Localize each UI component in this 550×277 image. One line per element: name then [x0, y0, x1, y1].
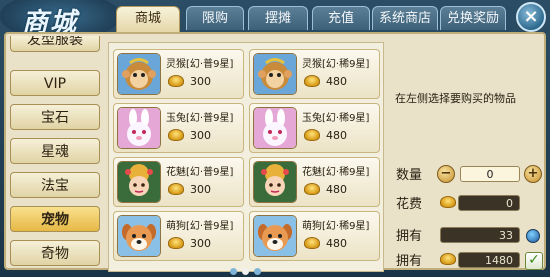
item-name: 玉兔[幻·普9星]	[166, 113, 234, 124]
monkey-pet-icon	[253, 53, 297, 95]
dog-pet-icon	[117, 215, 161, 257]
shop-window: 商城 商城 限购 摆摊 充值 系统商店 兑换奖励 × 发型服装 VIP 宝石 星…	[0, 0, 550, 277]
item-name: 萌狗[幻·普9星]	[166, 221, 234, 232]
gold-ingot-icon	[304, 75, 320, 87]
close-button[interactable]: ×	[516, 2, 546, 32]
gold-ingot-icon	[304, 183, 320, 195]
fairy-pet-icon	[253, 161, 297, 203]
item-grid: 灵猴[幻·普9星] 300 灵猴[幻·稀9星] 480 玉兔[幻·普9星] 30…	[108, 42, 384, 272]
owned-label: 拥有	[396, 229, 423, 244]
item-card[interactable]: 灵猴[幻·普9星] 300	[113, 49, 244, 99]
rabbit-pet-icon	[117, 107, 161, 149]
gold-ingot-icon	[304, 129, 320, 141]
item-name: 灵猴[幻·稀9星]	[302, 59, 370, 70]
gold-ingot-icon	[168, 237, 184, 249]
gold-ingot-icon	[440, 196, 456, 208]
owned-gold-value: 1480	[458, 252, 520, 268]
item-name: 玉兔[幻·稀9星]	[302, 113, 370, 124]
gold-ingot-icon	[304, 237, 320, 249]
item-card[interactable]: 花魅[幻·稀9星] 480	[249, 157, 380, 207]
rabbit-pet-icon	[253, 107, 297, 149]
category-gem[interactable]: 宝石	[10, 104, 100, 130]
page-dot[interactable]	[254, 268, 261, 275]
confirm-purchase-button[interactable]: ✓	[525, 252, 543, 270]
item-card[interactable]: 萌狗[幻·稀9星] 480	[249, 211, 380, 261]
page-dot-active[interactable]	[242, 268, 249, 275]
category-vip[interactable]: VIP	[10, 70, 100, 96]
gem-currency-icon	[526, 229, 540, 243]
quantity-increase-button[interactable]: +	[524, 165, 542, 183]
item-card[interactable]: 萌狗[幻·普9星] 300	[113, 211, 244, 261]
item-price: 300	[190, 237, 211, 250]
owned-gold-label: 拥有	[396, 254, 423, 269]
owned-currency-value: 33	[440, 227, 520, 243]
item-price: 480	[326, 237, 347, 250]
item-price: 480	[326, 129, 347, 142]
category-curio[interactable]: 奇物	[10, 240, 100, 266]
item-price: 300	[190, 75, 211, 88]
tab-mall[interactable]: 商城	[116, 6, 180, 33]
category-star-soul[interactable]: 星魂	[10, 138, 100, 164]
item-price: 480	[326, 75, 347, 88]
item-price: 300	[190, 129, 211, 142]
item-price: 480	[326, 183, 347, 196]
item-card[interactable]: 花魅[幻·普9星] 300	[113, 157, 244, 207]
item-name: 花魅[幻·稀9星]	[302, 167, 370, 178]
page-dot[interactable]	[230, 268, 237, 275]
tab-system-shop[interactable]: 系统商店	[372, 6, 438, 30]
quantity-decrease-button[interactable]: −	[437, 165, 455, 183]
tab-recharge[interactable]: 充值	[312, 6, 370, 30]
monkey-pet-icon	[117, 53, 161, 95]
tab-stall[interactable]: 摆摊	[248, 6, 308, 30]
gold-ingot-icon	[168, 129, 184, 141]
dog-pet-icon	[253, 215, 297, 257]
item-card[interactable]: 灵猴[幻·稀9星] 480	[249, 49, 380, 99]
item-name: 萌狗[幻·稀9星]	[302, 221, 370, 232]
item-price: 300	[190, 183, 211, 196]
gold-ingot-icon	[168, 183, 184, 195]
quantity-label: 数量	[396, 168, 423, 183]
cost-value: 0	[458, 195, 520, 211]
category-treasure[interactable]: 法宝	[10, 172, 100, 198]
category-fashion[interactable]: 发型服装	[10, 36, 100, 52]
item-card[interactable]: 玉兔[幻·普9星] 300	[113, 103, 244, 153]
gold-ingot-icon	[168, 75, 184, 87]
item-card[interactable]: 玉兔[幻·稀9星] 480	[249, 103, 380, 153]
category-pet[interactable]: 宠物	[10, 206, 100, 232]
item-name: 花魅[幻·普9星]	[166, 167, 234, 178]
fairy-pet-icon	[117, 161, 161, 203]
tab-limited[interactable]: 限购	[186, 6, 244, 30]
gold-ingot-icon	[440, 253, 456, 265]
item-name: 灵猴[幻·普9星]	[166, 59, 234, 70]
tab-exchange-reward[interactable]: 兑换奖励	[440, 6, 506, 30]
quantity-input[interactable]: 0	[460, 166, 520, 182]
selection-hint: 在左侧选择要购买的物品	[395, 92, 516, 105]
cost-label: 花费	[396, 197, 423, 212]
